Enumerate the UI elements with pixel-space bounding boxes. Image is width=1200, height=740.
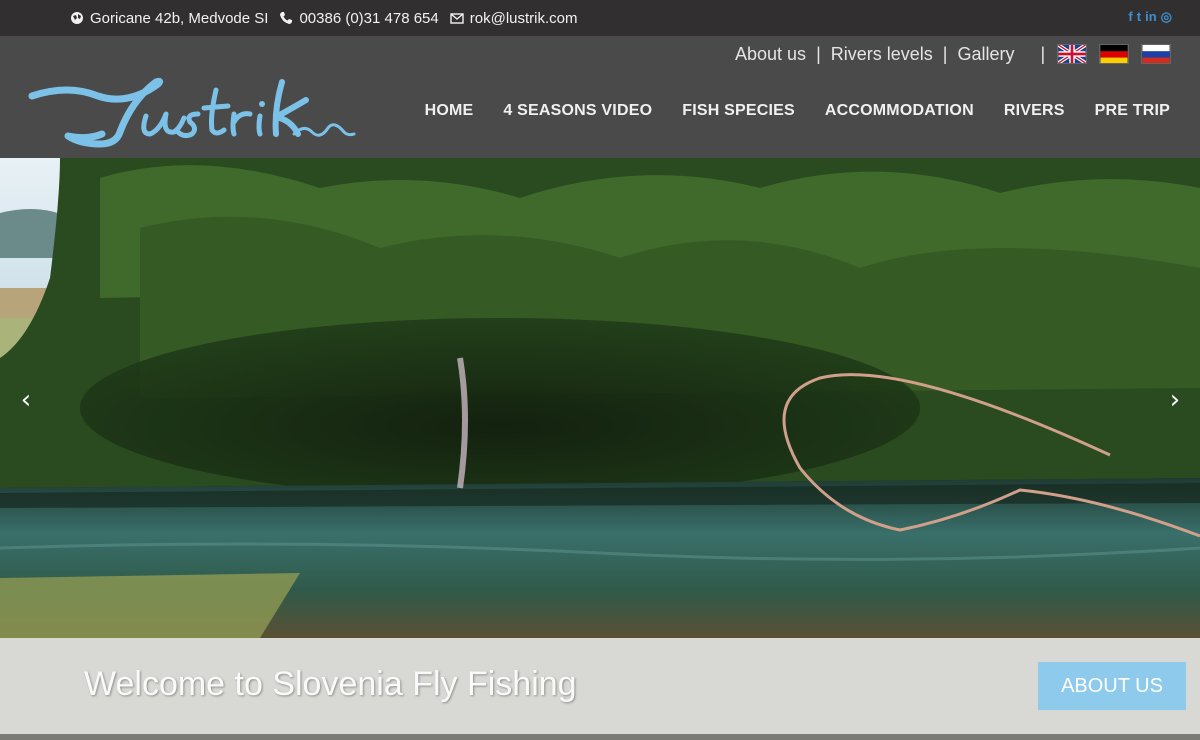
email-item[interactable]: rok@lustrik.com (450, 10, 578, 27)
email-link[interactable]: rok@lustrik.com (470, 10, 578, 27)
about-us-button[interactable]: ABOUT US (1038, 662, 1186, 710)
top-contact-bar: Goricane 42b, Medvode SI 00386 (0)31 478… (0, 0, 1200, 36)
main-nav: HOME 4 SEASONS VIDEO FISH SPECIES ACCOMM… (395, 102, 1170, 120)
hero-slider: ‹ › (0, 158, 1200, 638)
phone-item[interactable]: 00386 (0)31 478 654 (279, 10, 439, 27)
twitter-icon[interactable]: t (1137, 10, 1141, 24)
about-us-link[interactable]: About us (735, 44, 806, 65)
nav-home[interactable]: HOME (425, 102, 474, 120)
envelope-icon (450, 13, 464, 24)
linkedin-icon[interactable]: in (1145, 10, 1157, 24)
nav-accommodation[interactable]: ACCOMMODATION (825, 102, 974, 120)
lustrik-logo[interactable] (28, 70, 358, 152)
russian-flag-icon[interactable] (1141, 44, 1172, 64)
nav-rivers[interactable]: RIVERS (1004, 102, 1065, 120)
nav-4-seasons-video[interactable]: 4 SEASONS VIDEO (503, 102, 652, 120)
address-item: Goricane 42b, Medvode SI (70, 10, 268, 27)
social-links: f t in ◎ (1124, 10, 1172, 24)
nav-fish-species[interactable]: FISH SPECIES (682, 102, 795, 120)
contact-info: Goricane 42b, Medvode SI 00386 (0)31 478… (70, 0, 589, 36)
site-header: About us | Rivers levels | Gallery | HOM… (0, 36, 1200, 158)
facebook-icon[interactable]: f (1128, 10, 1132, 24)
address-text: Goricane 42b, Medvode SI (90, 9, 269, 27)
phone-icon (280, 12, 293, 24)
nav-separator: | (1040, 43, 1046, 64)
welcome-title: Welcome to Slovenia Fly Fishing (84, 665, 577, 703)
nav-separator: | (942, 43, 948, 64)
welcome-band: Welcome to Slovenia Fly Fishing ABOUT US (0, 638, 1200, 740)
chevron-right-icon[interactable]: › (1163, 387, 1187, 413)
globe-icon (71, 12, 83, 24)
english-flag-icon[interactable] (1057, 44, 1088, 64)
utility-nav: About us | Rivers levels | Gallery | (735, 40, 1183, 68)
german-flag-icon[interactable] (1099, 44, 1130, 64)
instagram-icon[interactable]: ◎ (1161, 10, 1172, 24)
chevron-left-icon[interactable]: ‹ (14, 387, 38, 413)
phone-text[interactable]: 00386 (0)31 478 654 (299, 10, 438, 27)
footer-strip (0, 734, 1200, 740)
nav-pre-trip[interactable]: PRE TRIP (1095, 102, 1170, 120)
rivers-levels-link[interactable]: Rivers levels (831, 44, 933, 65)
nav-separator: | (816, 43, 821, 64)
hero-image (0, 158, 1200, 638)
gallery-link[interactable]: Gallery (957, 44, 1014, 65)
